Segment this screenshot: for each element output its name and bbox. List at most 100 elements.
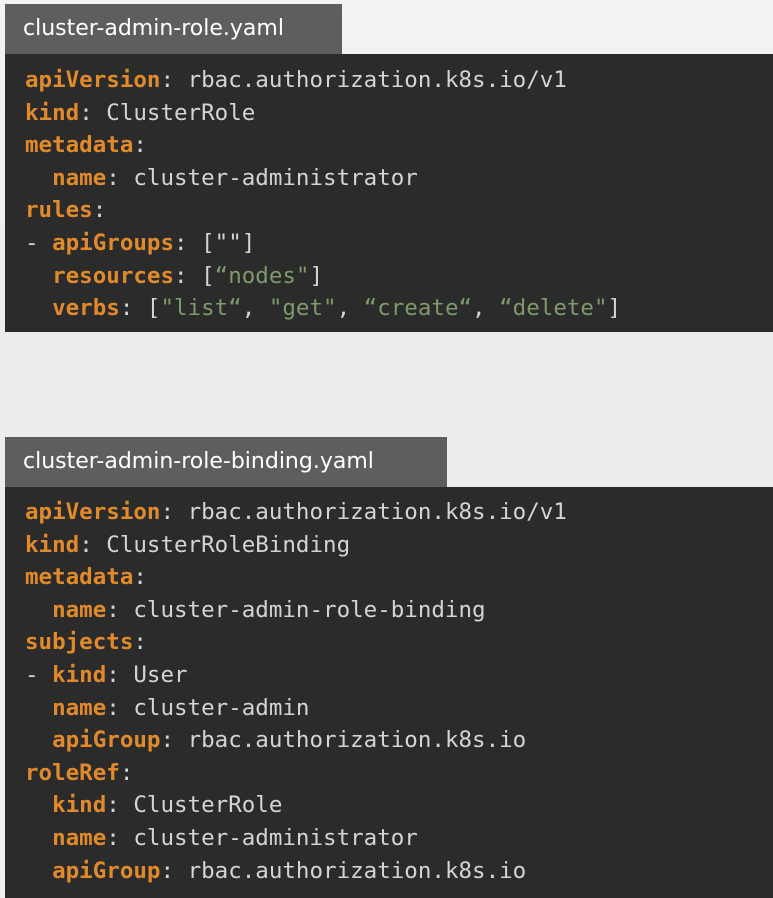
code-line: - kind: User	[25, 659, 773, 692]
code-value: rbac.authorization.k8s.io/v1	[187, 67, 567, 93]
code-line: verbs: ["list“, "get", “create“, “delete…	[25, 292, 773, 325]
file-tab-label: cluster-admin-role.yaml	[23, 16, 284, 41]
code-separator: :	[106, 792, 134, 819]
code-value: [""]	[201, 229, 256, 256]
code-key: kind	[25, 531, 80, 558]
code-line: - apiGroups: [""]	[25, 227, 773, 260]
code-value: cluster-admin-role-binding	[133, 596, 486, 623]
code-line: rules:	[25, 194, 773, 227]
code-key: verbs	[52, 295, 120, 322]
code-separator: :	[119, 295, 147, 322]
code-line: apiVersion: rbac.authorization.k8s.io/v1	[25, 64, 773, 97]
file-tab-label: cluster-admin-role-binding.yaml	[23, 449, 374, 474]
code-comma: ,	[336, 295, 364, 322]
file-tab-cluster-admin-role[interactable]: cluster-admin-role.yaml	[5, 4, 342, 54]
code-separator: :	[160, 499, 188, 525]
code-separator: :	[79, 531, 107, 558]
code-separator: :	[92, 197, 107, 224]
code-separator: :	[160, 67, 188, 93]
code-bracket-open: [	[201, 262, 215, 289]
code-separator: :	[133, 629, 147, 656]
code-value: rbac.authorization.k8s.io/v1	[187, 499, 567, 525]
code-line: name: cluster-admin	[25, 692, 773, 725]
code-bracket-open: [	[146, 295, 161, 322]
code-separator: :	[160, 727, 188, 754]
code-value: ClusterRoleBinding	[106, 531, 351, 558]
code-key: apiVersion	[25, 499, 161, 525]
code-key: apiGroup	[52, 727, 161, 754]
code-separator: :	[174, 262, 202, 289]
code-separator: :	[119, 759, 134, 786]
code-key: kind	[52, 661, 107, 688]
code-separator: :	[106, 694, 134, 721]
code-line: roleRef:	[25, 757, 773, 790]
code-line: kind: ClusterRole	[25, 97, 773, 130]
code-panel-cluster-admin-role: apiVersion: rbac.authorization.k8s.io/v1…	[5, 54, 773, 332]
code-key: apiGroup	[52, 857, 161, 884]
code-line: kind: ClusterRoleBinding	[25, 529, 773, 562]
code-line: subjects:	[25, 626, 773, 659]
code-key: name	[52, 164, 107, 191]
code-key: subjects	[25, 629, 134, 656]
code-line: metadata:	[25, 561, 773, 594]
code-line: metadata:	[25, 129, 773, 162]
code-value: rbac.authorization.k8s.io	[187, 857, 527, 884]
code-line: kind: ClusterRole	[25, 789, 773, 822]
code-separator: :	[79, 99, 107, 126]
code-key: resources	[52, 262, 175, 289]
code-panel-cluster-admin-role-binding: apiVersion: rbac.authorization.k8s.io/v1…	[5, 487, 773, 898]
code-comma: ,	[472, 295, 500, 322]
code-line: apiGroup: rbac.authorization.k8s.io	[25, 724, 773, 757]
code-value: rbac.authorization.k8s.io	[187, 727, 527, 754]
code-string: “nodes"	[214, 262, 310, 289]
code-value: cluster-administrator	[133, 164, 418, 191]
code-line: name: cluster-admin-role-binding	[25, 594, 773, 627]
code-key: metadata	[25, 132, 134, 159]
code-string: "get"	[268, 295, 337, 322]
code-key: apiVersion	[25, 67, 161, 93]
code-string: “create“	[363, 295, 473, 322]
code-value: ClusterRole	[133, 792, 283, 819]
code-key: apiGroups	[52, 229, 175, 256]
code-key: name	[52, 824, 107, 851]
code-line: apiGroup: rbac.authorization.k8s.io	[25, 855, 773, 888]
code-key: kind	[25, 99, 80, 126]
code-key: metadata	[25, 564, 134, 591]
code-list-dash: -	[25, 229, 53, 256]
code-key: kind	[52, 792, 107, 819]
code-value: cluster-admin	[133, 694, 310, 721]
code-line: name: cluster-administrator	[25, 162, 773, 195]
code-separator: :	[106, 661, 134, 688]
code-separator: :	[133, 564, 147, 591]
code-key: rules	[25, 197, 93, 224]
code-separator: :	[106, 596, 134, 623]
file-tab-cluster-admin-role-binding[interactable]: cluster-admin-role-binding.yaml	[5, 437, 447, 487]
code-comma: ,	[241, 295, 269, 322]
code-separator: :	[106, 824, 134, 851]
code-separator: :	[160, 857, 188, 884]
code-bracket-close: ]	[607, 295, 622, 322]
code-value: ClusterRole	[106, 99, 256, 126]
code-separator: :	[106, 164, 134, 191]
code-bracket-close: ]	[309, 262, 324, 289]
code-separator: :	[133, 132, 147, 159]
code-line: name: cluster-administrator	[25, 822, 773, 855]
code-key: name	[52, 596, 107, 623]
code-separator: :	[174, 229, 202, 256]
code-string: “delete"	[499, 295, 608, 322]
code-value: cluster-administrator	[133, 824, 418, 851]
code-string: "list“	[160, 295, 242, 322]
code-key: name	[52, 694, 107, 721]
code-line: apiVersion: rbac.authorization.k8s.io/v1	[25, 496, 773, 529]
code-value: User	[133, 661, 188, 688]
code-line: resources: [“nodes"]	[25, 260, 773, 293]
